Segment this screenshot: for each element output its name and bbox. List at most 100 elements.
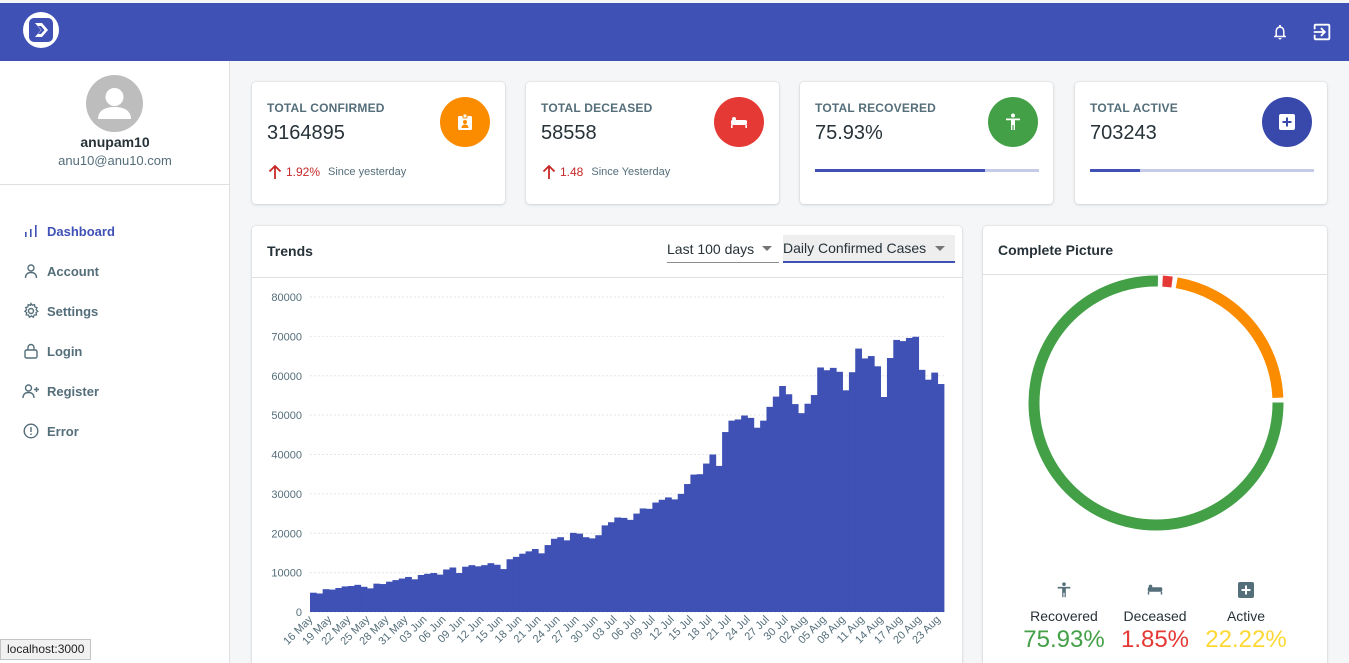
bar[interactable] <box>443 569 450 612</box>
bar[interactable] <box>455 573 463 612</box>
bar[interactable] <box>785 394 793 612</box>
bar[interactable] <box>905 337 913 612</box>
bar[interactable] <box>690 474 698 612</box>
bar[interactable] <box>633 513 641 612</box>
range-select[interactable]: Last 100 days <box>667 235 779 263</box>
bar[interactable] <box>760 420 767 612</box>
bar[interactable] <box>424 573 431 612</box>
bar[interactable] <box>931 372 939 612</box>
bar[interactable] <box>360 586 368 612</box>
bar[interactable] <box>405 576 412 612</box>
bar[interactable] <box>474 566 482 612</box>
bar[interactable] <box>417 574 425 612</box>
bar[interactable] <box>741 415 748 612</box>
bar[interactable] <box>329 589 336 612</box>
bar[interactable] <box>836 371 843 612</box>
sidebar-item-register[interactable]: Register <box>0 371 230 411</box>
bar[interactable] <box>506 559 514 612</box>
sidebar-item-error[interactable]: Error <box>0 411 230 451</box>
bar[interactable] <box>772 396 780 612</box>
bar[interactable] <box>373 583 381 612</box>
bar[interactable] <box>335 587 343 612</box>
app-logo[interactable] <box>23 12 59 48</box>
bar[interactable] <box>449 567 457 612</box>
donut-slice-active[interactable] <box>1175 277 1284 399</box>
bar[interactable] <box>398 578 406 612</box>
bar[interactable] <box>614 517 622 613</box>
bar[interactable] <box>658 499 666 612</box>
bar[interactable] <box>576 533 584 612</box>
bar[interactable] <box>842 390 850 612</box>
bar[interactable] <box>569 532 577 612</box>
bar[interactable] <box>677 493 685 612</box>
bar[interactable] <box>563 540 571 612</box>
bar[interactable] <box>779 385 786 612</box>
bar[interactable] <box>791 404 799 612</box>
donut-slice-deceased[interactable] <box>1162 275 1173 288</box>
sidebar-item-dashboard[interactable]: Dashboard <box>0 211 230 251</box>
bar[interactable] <box>861 358 869 612</box>
bar[interactable] <box>823 370 831 612</box>
bar[interactable] <box>855 348 862 612</box>
bar[interactable] <box>392 580 400 612</box>
bar[interactable] <box>703 463 710 612</box>
bar[interactable] <box>937 384 945 612</box>
bar[interactable] <box>354 584 362 612</box>
bar[interactable] <box>481 565 488 612</box>
bar[interactable] <box>500 569 507 612</box>
bar[interactable] <box>646 508 653 612</box>
bar[interactable] <box>722 432 729 612</box>
bar[interactable] <box>341 586 349 612</box>
bar[interactable] <box>817 367 824 612</box>
bar[interactable] <box>652 502 660 612</box>
bar[interactable] <box>607 522 615 612</box>
bar[interactable] <box>348 586 355 612</box>
logout-button[interactable] <box>1310 20 1334 44</box>
bar[interactable] <box>379 584 387 612</box>
bar[interactable] <box>544 545 552 612</box>
bar[interactable] <box>525 551 533 612</box>
metric-select[interactable]: Daily Confirmed Cases <box>783 235 955 263</box>
bar[interactable] <box>684 484 691 612</box>
bar[interactable] <box>766 406 774 612</box>
bar[interactable] <box>627 519 634 612</box>
bar[interactable] <box>310 592 317 612</box>
sidebar-item-account[interactable]: Account <box>0 251 230 291</box>
bar[interactable] <box>747 417 755 612</box>
bar[interactable] <box>512 556 520 612</box>
sidebar-item-login[interactable]: Login <box>0 331 230 371</box>
bar[interactable] <box>582 537 590 612</box>
bar[interactable] <box>874 366 881 612</box>
avatar[interactable] <box>86 75 143 132</box>
bar[interactable] <box>810 395 818 612</box>
bar[interactable] <box>696 474 704 612</box>
bar[interactable] <box>639 508 647 612</box>
bar[interactable] <box>430 573 438 612</box>
bar[interactable] <box>531 549 539 612</box>
bar[interactable] <box>728 420 736 612</box>
notifications-button[interactable] <box>1268 20 1292 44</box>
bar[interactable] <box>462 566 469 612</box>
bar[interactable] <box>671 499 679 612</box>
bar[interactable] <box>411 579 419 612</box>
bar[interactable] <box>867 356 875 612</box>
bar[interactable] <box>519 553 526 612</box>
bar[interactable] <box>848 372 856 612</box>
bar[interactable] <box>322 589 330 612</box>
bar[interactable] <box>493 564 501 612</box>
bar[interactable] <box>588 538 596 612</box>
bar[interactable] <box>798 413 805 612</box>
bar[interactable] <box>468 565 476 612</box>
bar[interactable] <box>386 581 393 612</box>
bar[interactable] <box>804 403 812 612</box>
bar[interactable] <box>665 497 672 612</box>
bar[interactable] <box>886 358 894 612</box>
bar[interactable] <box>709 454 717 613</box>
bar[interactable] <box>753 427 761 612</box>
bar[interactable] <box>880 397 888 612</box>
bar[interactable] <box>912 336 920 612</box>
bar[interactable] <box>595 535 603 612</box>
bar[interactable] <box>557 537 564 612</box>
bar[interactable] <box>918 369 926 612</box>
bar[interactable] <box>538 553 545 612</box>
